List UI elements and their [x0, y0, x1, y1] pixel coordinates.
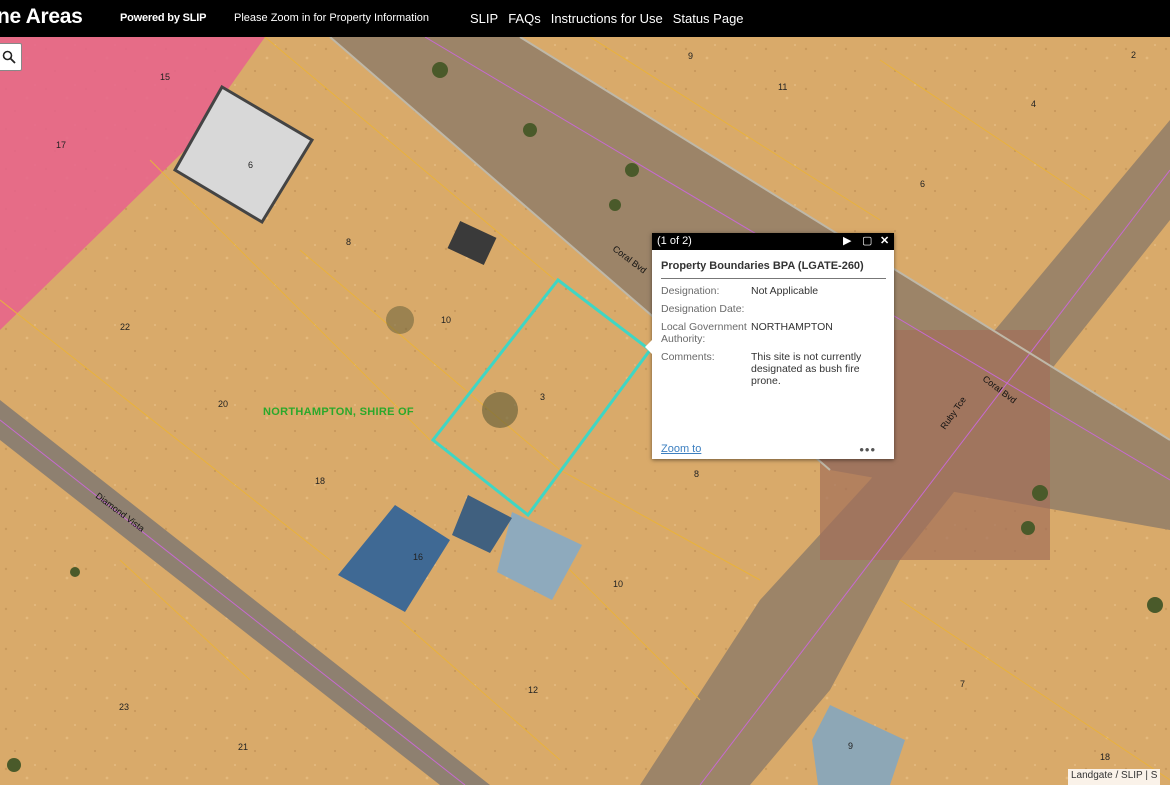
shrub [523, 123, 537, 137]
search-icon [2, 50, 16, 64]
zoom-to-link[interactable]: Zoom to [661, 443, 701, 455]
map-view[interactable]: 15 17 6 8 22 10 3 20 18 16 10 12 23 21 9… [0, 37, 1170, 785]
lot-label: 3 [540, 392, 545, 402]
field-row: Local Government Authority: NORTHAMPTON [661, 321, 879, 351]
field-row: Designation: Not Applicable [661, 285, 879, 303]
nav-status-link[interactable]: Status Page [673, 11, 744, 26]
next-feature-icon[interactable]: ▶ [843, 234, 851, 247]
lot-label: 16 [413, 552, 423, 562]
lot-label: 22 [120, 322, 130, 332]
lot-label: 4 [1031, 99, 1036, 109]
shrub [625, 163, 639, 177]
shrub [1021, 521, 1035, 535]
popup-title: Property Boundaries BPA (LGATE-260) [661, 260, 886, 279]
field-value: NORTHAMPTON [751, 321, 833, 333]
scrub-cluster [386, 306, 414, 334]
field-label: Designation Date: [661, 303, 745, 315]
popup-count: (1 of 2) [657, 235, 692, 247]
lot-label: 18 [315, 476, 325, 486]
lot-label: 9 [848, 741, 853, 751]
lot-label: 17 [56, 140, 66, 150]
map-attribution: Landgate / SLIP | S [1068, 769, 1161, 785]
lot-label: 7 [960, 679, 965, 689]
field-label: Comments: [661, 351, 715, 363]
field-label: Local Government Authority: [661, 321, 747, 345]
lot-label: 15 [160, 72, 170, 82]
shire-label: NORTHAMPTON, SHIRE OF [263, 406, 414, 418]
zoom-message: Please Zoom in for Property Information [234, 12, 430, 24]
field-value: This site is not currently designated as… [751, 351, 862, 387]
lot-label: 8 [346, 237, 351, 247]
lot-label: 6 [920, 179, 925, 189]
top-bar: ne Areas Powered by SLIP Please Zoom in … [0, 0, 1170, 37]
nav-menu: SLIP FAQs Instructions for Use Status Pa… [470, 11, 744, 26]
lot-label: 10 [441, 315, 451, 325]
lot-label: 11 [778, 82, 787, 92]
maximize-icon[interactable]: ▢ [862, 234, 872, 247]
field-label: Designation: [661, 285, 720, 297]
more-options-icon[interactable]: ••• [859, 442, 876, 457]
lot-label: 21 [238, 742, 248, 752]
shrub [70, 567, 80, 577]
lot-label: 9 [688, 51, 693, 61]
close-icon[interactable]: ✕ [880, 234, 889, 247]
lot-label: 12 [528, 685, 538, 695]
shrub [432, 62, 448, 78]
scrub-cluster [482, 392, 518, 428]
info-popup: (1 of 2) ▶ ▢ ✕ Property Boundaries BPA (… [645, 233, 894, 459]
lot-label: 23 [119, 702, 129, 712]
shrub [1032, 485, 1048, 501]
lot-label: 10 [613, 579, 623, 589]
field-row: Comments: This site is not currently des… [661, 351, 879, 393]
popup-pointer [645, 340, 652, 354]
lot-label: 2 [1131, 50, 1136, 60]
nav-instructions-link[interactable]: Instructions for Use [551, 11, 663, 26]
nav-slip-link[interactable]: SLIP [470, 11, 498, 26]
field-value: Not Applicable [751, 285, 819, 297]
field-value [751, 303, 879, 321]
shrub [1147, 597, 1163, 613]
lot-label: 20 [218, 399, 228, 409]
shrub [609, 199, 621, 211]
popup-header: (1 of 2) ▶ ▢ ✕ [652, 233, 894, 250]
field-row: Designation Date: [661, 303, 879, 321]
lot-label: 6 [248, 160, 253, 170]
lot-label: 8 [694, 469, 699, 479]
popup-fields: Designation: Not Applicable Designation … [661, 285, 879, 393]
nav-faqs-link[interactable]: FAQs [508, 11, 541, 26]
search-button[interactable] [0, 43, 22, 71]
lot-label: 18 [1100, 752, 1110, 762]
powered-by-label: Powered by SLIP [120, 12, 207, 24]
app-title: ne Areas [0, 5, 83, 28]
shrub [7, 758, 21, 772]
